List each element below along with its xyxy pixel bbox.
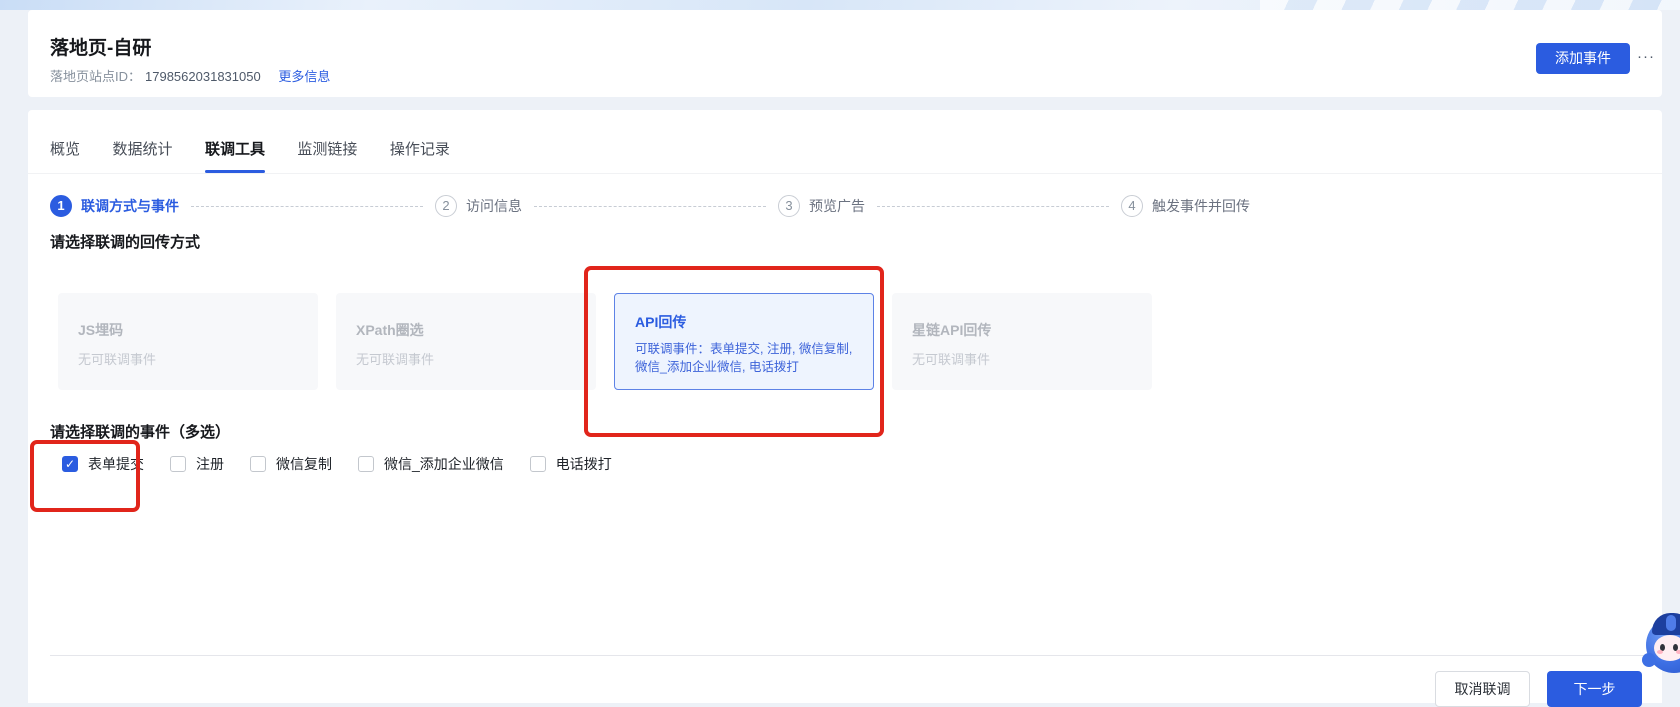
step-3-circle: 3 <box>778 195 800 217</box>
add-event-button[interactable]: 添加事件 <box>1536 43 1630 74</box>
method-cards-row: JS埋码 无可联调事件 XPath圈选 无可联调事件 API回传 可联调事件：表… <box>58 293 1170 390</box>
checkbox-empty <box>170 456 186 472</box>
assistant-mascot-icon[interactable] <box>1646 613 1680 679</box>
step-4-trigger-and-callback: 4 触发事件并回传 <box>1121 195 1250 217</box>
background-streaks <box>1260 0 1680 10</box>
checkbox-checked-icon: ✓ <box>62 456 78 472</box>
checkbox-register[interactable]: 注册 <box>170 454 224 474</box>
step-1-method-and-event: 1 联调方式与事件 <box>50 195 179 217</box>
step-1-circle: 1 <box>50 195 72 217</box>
checkbox-phone-call[interactable]: 电话拨打 <box>530 454 612 474</box>
step-2-visit-info: 2 访问信息 <box>435 195 522 217</box>
checkbox-empty <box>530 456 546 472</box>
tab-bar: 概览 数据统计 联调工具 监测链接 操作记录 <box>28 110 1662 174</box>
site-id-value: 1798562031831050 <box>145 69 261 84</box>
method-card-xpath[interactable]: XPath圈选 无可联调事件 <box>336 293 596 390</box>
event-checkbox-row: ✓ 表单提交 注册 微信复制 微信_添加企业微信 电话拨打 <box>62 454 638 474</box>
cancel-debug-button[interactable]: 取消联调 <box>1435 671 1530 707</box>
tab-monitor-links[interactable]: 监测链接 <box>297 138 357 173</box>
tab-data-statistics[interactable]: 数据统计 <box>112 138 172 173</box>
main-panel: 概览 数据统计 联调工具 监测链接 操作记录 1 联调方式与事件 2 访问信息 … <box>28 110 1662 703</box>
step-3-preview-ad: 3 预览广告 <box>778 195 865 217</box>
more-menu-icon[interactable]: ··· <box>1632 52 1660 68</box>
page-header: 落地页-自研 落地页站点ID： 1798562031831050 更多信息 添加事… <box>28 10 1662 97</box>
tab-operation-log[interactable]: 操作记录 <box>390 138 450 173</box>
checkbox-wechat-add-enterprise[interactable]: 微信_添加企业微信 <box>358 454 504 474</box>
method-card-api-callback[interactable]: API回传 可联调事件：表单提交, 注册, 微信复制, 微信_添加企业微信, 电… <box>614 293 874 390</box>
step-connector <box>877 206 1109 207</box>
event-section-title: 请选择联调的事件（多选） <box>50 421 230 442</box>
method-card-js-embed[interactable]: JS埋码 无可联调事件 <box>58 293 318 390</box>
checkbox-empty <box>358 456 374 472</box>
page: { "header": { "title": "落地页-自研", "site_i… <box>0 0 1680 703</box>
site-id-label: 落地页站点ID： <box>50 69 141 84</box>
site-id-row: 落地页站点ID： 1798562031831050 更多信息 <box>50 66 330 85</box>
step-4-circle: 4 <box>1121 195 1143 217</box>
more-info-link[interactable]: 更多信息 <box>278 69 330 84</box>
method-card-starlink-api[interactable]: 星链API回传 无可联调事件 <box>892 293 1152 390</box>
footer-divider <box>50 655 1652 656</box>
page-title: 落地页-自研 <box>50 33 151 60</box>
tab-debug-tool[interactable]: 联调工具 <box>205 138 265 173</box>
checkbox-empty <box>250 456 266 472</box>
method-section-title: 请选择联调的回传方式 <box>50 231 200 252</box>
checkbox-form-submit[interactable]: ✓ 表单提交 <box>62 454 144 474</box>
step-connector <box>191 206 423 207</box>
checkbox-wechat-copy[interactable]: 微信复制 <box>250 454 332 474</box>
wizard-stepper: 1 联调方式与事件 2 访问信息 3 预览广告 4 触发事件并回传 <box>50 192 1250 220</box>
next-step-button[interactable]: 下一步 <box>1547 671 1642 707</box>
tab-overview[interactable]: 概览 <box>50 138 80 173</box>
step-2-circle: 2 <box>435 195 457 217</box>
step-connector <box>534 206 766 207</box>
